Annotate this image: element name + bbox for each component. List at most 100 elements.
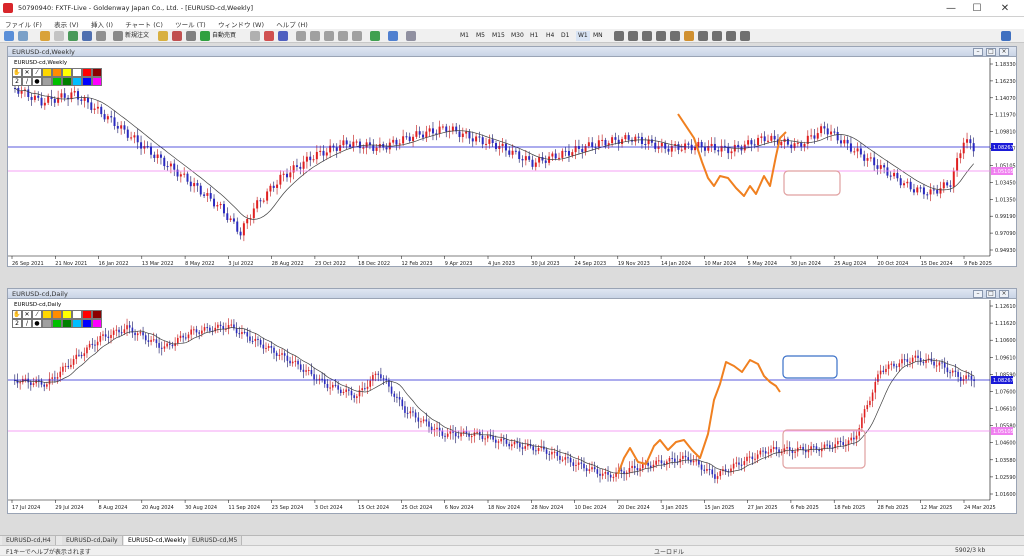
daily-close-button[interactable]: × bbox=[999, 290, 1009, 298]
minimize-button[interactable]: — bbox=[940, 2, 962, 15]
color-swatch[interactable] bbox=[82, 68, 92, 77]
delete-tool-icon[interactable]: ✕ bbox=[22, 310, 32, 319]
periods-icon[interactable] bbox=[388, 31, 398, 41]
color-swatch[interactable] bbox=[72, 319, 82, 328]
tf-h1[interactable]: H1 bbox=[530, 31, 538, 41]
color-swatch[interactable] bbox=[82, 310, 92, 319]
zoom-out-icon[interactable] bbox=[310, 31, 320, 41]
menu-help[interactable]: ヘルプ (H) bbox=[271, 17, 313, 29]
search-icon[interactable] bbox=[1001, 31, 1011, 41]
color-swatch[interactable] bbox=[92, 310, 102, 319]
menu-insert[interactable]: 挿入 (I) bbox=[86, 17, 118, 29]
color-swatch[interactable] bbox=[62, 319, 72, 328]
color-swatch[interactable] bbox=[52, 310, 62, 319]
menu-file[interactable]: ファイル (F) bbox=[0, 17, 47, 29]
candlestick-icon[interactable] bbox=[264, 31, 274, 41]
pointer-tool-icon[interactable]: ✋ bbox=[12, 310, 22, 319]
tester-icon[interactable] bbox=[96, 31, 106, 41]
data-window-icon[interactable] bbox=[54, 31, 64, 41]
maximize-button[interactable]: ☐ bbox=[966, 2, 988, 15]
experts-list-icon[interactable] bbox=[186, 31, 196, 41]
line-tool-icon[interactable]: ⁄ bbox=[32, 68, 42, 77]
fibonacci-icon[interactable] bbox=[698, 31, 708, 41]
color-swatch[interactable] bbox=[42, 68, 52, 77]
channel-icon[interactable] bbox=[684, 31, 694, 41]
color-swatch[interactable] bbox=[72, 68, 82, 77]
daily-chart-plot[interactable]: 1.126101.116201.106001.096101.085901.076… bbox=[8, 300, 1016, 514]
metaeditor-icon[interactable] bbox=[158, 31, 168, 41]
pointer-tool-icon[interactable]: ✋ bbox=[12, 68, 22, 77]
line-tool-icon[interactable]: ⁄ bbox=[32, 310, 42, 319]
color-swatch[interactable] bbox=[42, 77, 52, 86]
width-tool-icon[interactable]: 2 bbox=[12, 77, 22, 86]
chart-shift-icon[interactable] bbox=[352, 31, 362, 41]
color-swatch[interactable] bbox=[62, 310, 72, 319]
color-swatch[interactable] bbox=[52, 68, 62, 77]
weekly-chart-plot[interactable]: 1.18330 1.16230 1.14070 1.11970 1.09810 1.082… bbox=[8, 58, 1016, 267]
tf-d1[interactable]: D1 bbox=[561, 31, 569, 41]
tf-m15[interactable]: M15 bbox=[492, 31, 505, 41]
dot-tool-icon[interactable]: ● bbox=[32, 319, 42, 328]
horizontal-line-icon[interactable] bbox=[656, 31, 666, 41]
color-swatch[interactable] bbox=[92, 68, 102, 77]
terminal-icon[interactable] bbox=[82, 31, 92, 41]
new-chart-icon[interactable] bbox=[4, 31, 14, 41]
candle-body bbox=[564, 457, 567, 460]
tf-m30[interactable]: M30 bbox=[511, 31, 524, 41]
weekly-maximize-button[interactable]: □ bbox=[986, 48, 996, 56]
color-swatch[interactable] bbox=[82, 77, 92, 86]
pen-tool-icon[interactable]: / bbox=[22, 319, 32, 328]
width-tool-icon[interactable]: 2 bbox=[12, 319, 22, 328]
color-swatch[interactable] bbox=[52, 319, 62, 328]
trendline-icon[interactable] bbox=[670, 31, 680, 41]
daily-minimize-button[interactable]: – bbox=[973, 290, 983, 298]
menu-chart[interactable]: チャート (C) bbox=[120, 17, 168, 29]
profiles-icon[interactable] bbox=[18, 31, 28, 41]
expert-icon[interactable] bbox=[172, 31, 182, 41]
color-swatch[interactable] bbox=[72, 310, 82, 319]
arrows-icon[interactable] bbox=[726, 31, 736, 41]
autoscroll-icon[interactable] bbox=[338, 31, 348, 41]
close-button[interactable]: ✕ bbox=[994, 2, 1016, 15]
new-order-button[interactable]: 新規注文 bbox=[125, 31, 149, 41]
color-swatch[interactable] bbox=[42, 319, 52, 328]
menu-view[interactable]: 表示 (V) bbox=[49, 17, 84, 29]
tf-m5[interactable]: M5 bbox=[476, 31, 485, 41]
tf-mn[interactable]: MN bbox=[593, 31, 603, 41]
tf-h4[interactable]: H4 bbox=[546, 31, 554, 41]
color-swatch[interactable] bbox=[92, 77, 102, 86]
color-swatch[interactable] bbox=[62, 77, 72, 86]
color-swatch[interactable] bbox=[82, 319, 92, 328]
dot-tool-icon[interactable]: ● bbox=[32, 77, 42, 86]
indicators-icon[interactable] bbox=[370, 31, 380, 41]
navigator-icon[interactable] bbox=[68, 31, 78, 41]
vertical-line-icon[interactable] bbox=[642, 31, 652, 41]
tf-w1[interactable]: W1 bbox=[576, 31, 590, 41]
zoom-in-icon[interactable] bbox=[296, 31, 306, 41]
templates-icon[interactable] bbox=[406, 31, 416, 41]
delete-tool-icon[interactable]: ✕ bbox=[22, 68, 32, 77]
crosshair-icon[interactable] bbox=[628, 31, 638, 41]
cursor-icon[interactable] bbox=[614, 31, 624, 41]
color-swatch[interactable] bbox=[72, 77, 82, 86]
pen-tool-icon[interactable]: / bbox=[22, 77, 32, 86]
color-swatch[interactable] bbox=[92, 319, 102, 328]
tf-m1[interactable]: M1 bbox=[460, 31, 469, 41]
menu-tools[interactable]: ツール (T) bbox=[170, 17, 211, 29]
daily-maximize-button[interactable]: □ bbox=[986, 290, 996, 298]
text-icon[interactable] bbox=[712, 31, 722, 41]
tile-icon[interactable] bbox=[324, 31, 334, 41]
shapes-icon[interactable] bbox=[740, 31, 750, 41]
market-watch-icon[interactable] bbox=[40, 31, 50, 41]
auto-trade-icon[interactable] bbox=[200, 31, 210, 41]
weekly-close-button[interactable]: × bbox=[999, 48, 1009, 56]
order-icon[interactable] bbox=[113, 31, 123, 41]
menu-window[interactable]: ウィンドウ (W) bbox=[213, 17, 269, 29]
color-swatch[interactable] bbox=[52, 77, 62, 86]
auto-trade-button[interactable]: 自動売買 bbox=[212, 31, 236, 41]
weekly-minimize-button[interactable]: – bbox=[973, 48, 983, 56]
color-swatch[interactable] bbox=[42, 310, 52, 319]
bar-chart-icon[interactable] bbox=[250, 31, 260, 41]
line-chart-icon[interactable] bbox=[278, 31, 288, 41]
color-swatch[interactable] bbox=[62, 68, 72, 77]
